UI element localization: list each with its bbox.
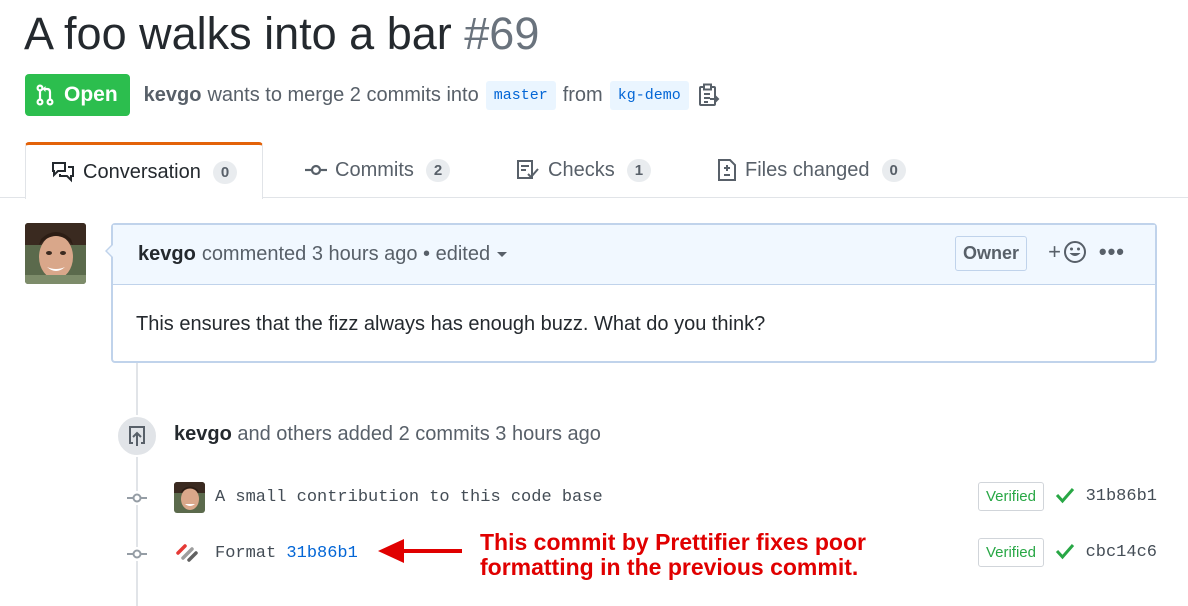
annotation-arrow-icon bbox=[378, 536, 464, 571]
commit-sha[interactable]: 31b86b1 bbox=[1086, 487, 1157, 506]
file-diff-icon bbox=[717, 158, 737, 182]
owner-badge: Owner bbox=[954, 236, 1027, 271]
avatar[interactable] bbox=[174, 481, 205, 513]
base-branch[interactable]: master bbox=[485, 80, 556, 110]
avatar[interactable] bbox=[25, 223, 86, 284]
git-pull-request-icon bbox=[36, 84, 59, 106]
commit-sha[interactable]: cbc14c6 bbox=[1086, 543, 1157, 562]
chevron-down-icon[interactable] bbox=[497, 252, 508, 257]
checklist-icon bbox=[516, 159, 540, 181]
push-author[interactable]: kevgo bbox=[174, 423, 232, 445]
push-event-text: kevgo and others added 2 commits 3 hours… bbox=[174, 423, 601, 446]
smiley-icon bbox=[1063, 240, 1087, 264]
tab-commits-count: 2 bbox=[425, 158, 451, 182]
git-commit-icon bbox=[305, 163, 327, 177]
comment-header: kevgo commented 3 hours ago • edited Own… bbox=[113, 225, 1155, 285]
state-badge: Open bbox=[25, 74, 130, 116]
annotation-line-1: This commit by Prettifier fixes poor bbox=[480, 529, 866, 555]
timeline-line bbox=[136, 363, 138, 606]
comment-author[interactable]: kevgo bbox=[138, 243, 196, 266]
tab-checks[interactable]: Checks 1 bbox=[516, 142, 652, 198]
annotation-line-2: formatting in the previous commit. bbox=[480, 554, 859, 580]
push-description: and others added 2 commits 3 hours ago bbox=[237, 423, 601, 445]
tab-files-changed[interactable]: Files changed 0 bbox=[717, 142, 906, 198]
repo-push-icon bbox=[116, 415, 158, 457]
comment-body: This ensures that the fizz always has en… bbox=[136, 313, 766, 335]
tab-conversation-count: 0 bbox=[212, 160, 238, 184]
state-label: Open bbox=[64, 83, 118, 106]
commit-message[interactable]: Format 31b86b1 bbox=[215, 544, 358, 563]
git-commit-icon bbox=[126, 491, 148, 505]
pr-number: #69 bbox=[464, 8, 540, 59]
verified-badge[interactable]: Verified bbox=[977, 482, 1044, 511]
check-icon[interactable] bbox=[1055, 486, 1075, 509]
head-branch[interactable]: kg-demo bbox=[609, 80, 689, 110]
comment-box: kevgo commented 3 hours ago • edited Own… bbox=[105, 223, 1157, 363]
comment-action[interactable]: commented 3 hours ago • edited bbox=[202, 243, 490, 266]
commit-link[interactable]: 31b86b1 bbox=[286, 544, 357, 563]
pr-title-text: A foo walks into a bar bbox=[24, 8, 452, 59]
kebab-horizontal-icon[interactable]: ••• bbox=[1099, 239, 1125, 265]
pr-tabs: Conversation 0 Commits 2 Checks 1 Files … bbox=[0, 142, 1188, 199]
merge-text: wants to merge 2 commits into bbox=[207, 83, 479, 106]
add-reaction-button[interactable]: + bbox=[1048, 239, 1087, 265]
tab-conversation-label: Conversation bbox=[83, 160, 201, 183]
author-link[interactable]: kevgo bbox=[144, 84, 202, 107]
pr-title: A foo walks into a bar #69 bbox=[24, 8, 539, 60]
tab-checks-count: 1 bbox=[626, 158, 652, 182]
git-commit-icon bbox=[126, 547, 148, 561]
from-text: from bbox=[562, 83, 603, 106]
tab-commits[interactable]: Commits 2 bbox=[305, 142, 451, 198]
tab-conversation[interactable]: Conversation 0 bbox=[25, 142, 264, 199]
commit-message-text: Format bbox=[215, 543, 277, 563]
clippy-icon[interactable] bbox=[698, 83, 720, 107]
tab-files-changed-count: 0 bbox=[881, 158, 906, 182]
tab-commits-label: Commits bbox=[335, 158, 414, 181]
prettifier-logo[interactable] bbox=[174, 537, 205, 569]
reaction-plus: + bbox=[1048, 239, 1061, 264]
commit-row: Format 31b86b1 bbox=[174, 537, 358, 569]
tab-checks-label: Checks bbox=[548, 158, 615, 181]
comment-discussion-icon bbox=[51, 161, 75, 183]
check-icon[interactable] bbox=[1055, 542, 1075, 565]
tab-files-changed-label: Files changed bbox=[745, 158, 870, 181]
commit-message[interactable]: A small contribution to this code base bbox=[215, 488, 603, 507]
pr-meta-row: Open kevgo wants to merge 2 commits into… bbox=[25, 74, 720, 116]
commit-row: A small contribution to this code base bbox=[174, 481, 603, 513]
annotation-text: This commit by Prettifier fixes poor for… bbox=[480, 530, 866, 580]
merge-info: kevgo wants to merge 2 commits into mast… bbox=[144, 80, 720, 110]
verified-badge[interactable]: Verified bbox=[977, 538, 1044, 567]
